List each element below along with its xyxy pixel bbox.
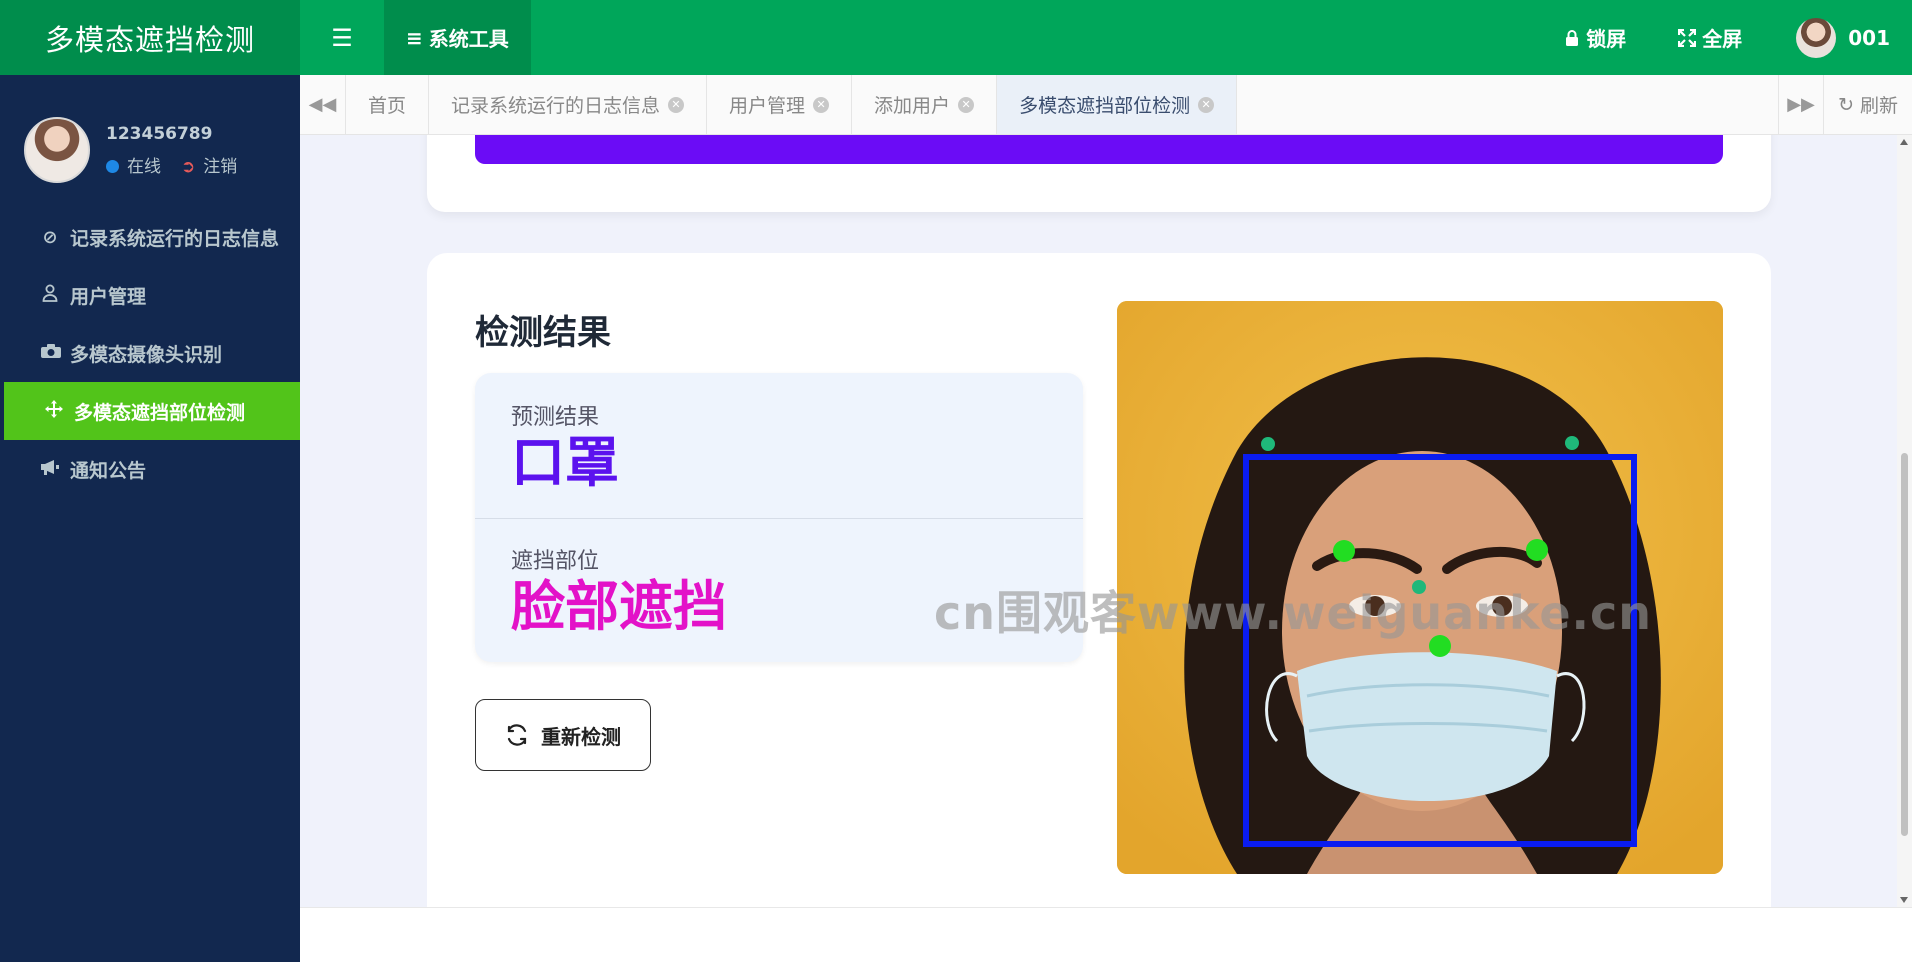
sidebar-item-label: 记录系统运行的日志信息 bbox=[70, 227, 280, 250]
sidebar-item-camera-recognition[interactable]: 多模态摄像头识别 bbox=[0, 324, 300, 382]
sidebar-item-label: 多模态摄像头识别 bbox=[70, 343, 223, 366]
tab-occlusion-detection[interactable]: 多模态遮挡部位检测 ✕ bbox=[997, 75, 1238, 134]
scroll-thumb[interactable] bbox=[1901, 453, 1908, 836]
upload-card bbox=[427, 135, 1771, 212]
sidebar-item-notice[interactable]: 通知公告 bbox=[0, 440, 300, 498]
user-id: 123456789 bbox=[106, 123, 213, 144]
user-panel: 123456789 在线 ➲ 注销 bbox=[0, 75, 300, 203]
prediction-value: 口罩 bbox=[511, 431, 619, 494]
sidebar-menu: ⊘ 记录系统运行的日志信息 用户管理 多模态摄像头识别 多模态遮挡部位检测 通知… bbox=[0, 208, 300, 498]
lock-screen-button[interactable]: 锁屏 bbox=[1538, 23, 1652, 52]
tab-user-management[interactable]: 用户管理 ✕ bbox=[707, 75, 853, 134]
user-menu[interactable]: 001 bbox=[1768, 17, 1912, 58]
sidebar: 123456789 在线 ➲ 注销 ⊘ 记录系统运行的日志信息 用户管理 多模态摄… bbox=[0, 75, 300, 962]
logout-label: 注销 bbox=[203, 156, 238, 177]
avatar bbox=[1796, 17, 1837, 58]
sidebar-item-label: 通知公告 bbox=[70, 459, 147, 482]
occlusion-row: 遮挡部位 脸部遮挡 bbox=[511, 543, 727, 636]
tab-spacer bbox=[1237, 75, 1778, 134]
tab-close-icon[interactable]: ✕ bbox=[1198, 96, 1215, 113]
header-username: 001 bbox=[1848, 25, 1890, 50]
refresh-icon bbox=[507, 724, 527, 746]
fullscreen-button[interactable]: 全屏 bbox=[1652, 23, 1768, 52]
online-status: 在线 bbox=[106, 152, 161, 177]
tab-label: 首页 bbox=[368, 95, 407, 117]
sidebar-item-label: 多模态遮挡部位检测 bbox=[74, 401, 246, 424]
sidebar-item-label: 用户管理 bbox=[70, 285, 147, 308]
tab-label: 添加用户 bbox=[874, 95, 951, 117]
lock-screen-label: 锁屏 bbox=[1586, 27, 1627, 51]
app-brand[interactable]: 多模态遮挡检测 bbox=[0, 0, 300, 75]
watermark: cn围观客www.weiguanke.cn bbox=[934, 586, 1653, 640]
start-detection-button[interactable] bbox=[475, 135, 1723, 164]
online-label: 在线 bbox=[127, 156, 161, 177]
user-avatar bbox=[24, 117, 90, 183]
system-tools-menu[interactable]: ≡ 系统工具 bbox=[384, 0, 531, 75]
move-icon bbox=[44, 399, 64, 423]
tab-close-icon[interactable]: ✕ bbox=[813, 96, 830, 113]
online-dot-icon bbox=[106, 159, 119, 173]
tab-system-log[interactable]: 记录系统运行的日志信息 ✕ bbox=[429, 75, 708, 134]
refresh-icon: ↻ bbox=[1838, 93, 1854, 116]
tab-label: 多模态遮挡部位检测 bbox=[1019, 95, 1191, 117]
bullhorn-icon bbox=[40, 459, 60, 480]
tab-label: 用户管理 bbox=[729, 95, 806, 117]
result-title: 检测结果 bbox=[475, 313, 611, 353]
prediction-label: 预测结果 bbox=[511, 405, 600, 430]
scroll-up-icon[interactable] bbox=[1900, 139, 1908, 145]
sign-out-icon: ➲ bbox=[181, 156, 196, 177]
sidebar-item-occlusion-detection[interactable]: 多模态遮挡部位检测 bbox=[4, 382, 300, 440]
top-header: 多模态遮挡检测 ☰ ≡ 系统工具 锁屏 全屏 001 bbox=[0, 0, 1912, 75]
scroll-down-icon[interactable] bbox=[1900, 897, 1908, 903]
sidebar-item-user-management[interactable]: 用户管理 bbox=[0, 266, 300, 324]
tab-scroll-left-icon[interactable]: ◀◀ bbox=[300, 75, 346, 134]
user-status: 在线 ➲ 注销 bbox=[106, 152, 237, 177]
occlusion-value: 脸部遮挡 bbox=[511, 575, 727, 638]
ban-icon: ⊘ bbox=[42, 226, 58, 248]
camera-icon bbox=[40, 343, 61, 364]
occlusion-label: 遮挡部位 bbox=[511, 549, 600, 574]
tab-close-icon[interactable]: ✕ bbox=[668, 96, 685, 113]
vertical-scrollbar[interactable] bbox=[1897, 135, 1912, 907]
redetect-button[interactable]: 重新检测 bbox=[475, 699, 651, 771]
prediction-row: 预测结果 口罩 bbox=[511, 399, 619, 492]
sidebar-toggle-icon[interactable]: ☰ bbox=[300, 0, 384, 75]
header-actions: 锁屏 全屏 001 bbox=[1538, 0, 1912, 75]
lock-icon bbox=[1566, 29, 1579, 46]
list-icon: ≡ bbox=[406, 25, 423, 50]
tab-scroll-right-icon[interactable]: ▶▶ bbox=[1778, 75, 1825, 134]
refresh-label: 刷新 bbox=[1859, 95, 1898, 117]
tab-home[interactable]: 首页 bbox=[346, 75, 430, 134]
redetect-label: 重新检测 bbox=[541, 724, 621, 749]
system-tools-label: 系统工具 bbox=[428, 27, 509, 51]
expand-icon bbox=[1678, 28, 1697, 47]
tab-close-icon[interactable]: ✕ bbox=[958, 96, 975, 113]
fullscreen-label: 全屏 bbox=[1702, 27, 1743, 51]
user-icon bbox=[40, 284, 60, 307]
tab-add-user[interactable]: 添加用户 ✕ bbox=[852, 75, 998, 134]
sidebar-item-system-log[interactable]: ⊘ 记录系统运行的日志信息 bbox=[0, 208, 300, 266]
tab-bar-actions: ▶▶ ↻ 刷新 bbox=[1778, 75, 1912, 134]
tab-label: 记录系统运行的日志信息 bbox=[451, 95, 661, 117]
user-info: 123456789 在线 ➲ 注销 bbox=[106, 124, 237, 177]
main-content: 检测结果 预测结果 口罩 遮挡部位 脸部遮挡 重新检测 cn围观客www.wei… bbox=[300, 135, 1897, 907]
logout-link[interactable]: ➲ 注销 bbox=[181, 152, 237, 177]
tab-bar: ◀◀ 首页 记录系统运行的日志信息 ✕ 用户管理 ✕ 添加用户 ✕ 多模态遮挡部… bbox=[300, 75, 1912, 135]
divider bbox=[475, 518, 1083, 519]
refresh-button[interactable]: ↻ 刷新 bbox=[1824, 75, 1912, 134]
footer bbox=[300, 907, 1912, 962]
